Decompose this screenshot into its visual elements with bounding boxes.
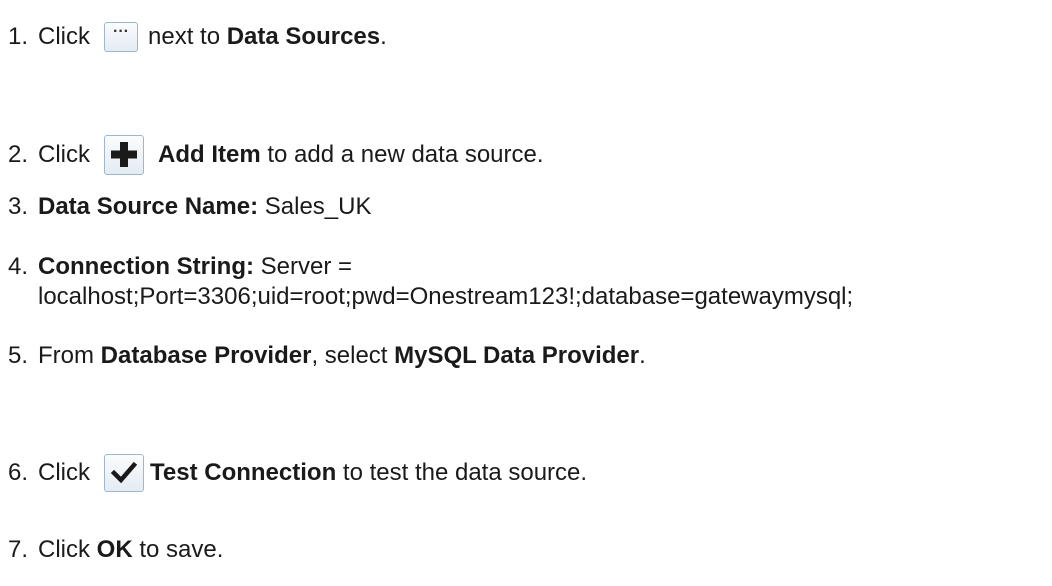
step-emphasis: Data Source Name: xyxy=(38,193,259,220)
step-7: 7. Click OK to save. xyxy=(8,536,223,564)
step-text: Server = xyxy=(260,253,353,280)
step-4: 4. Connection String: Server = xyxy=(8,253,352,281)
step-5: 5. From Database Provider, select MySQL … xyxy=(8,342,646,370)
step-number: 2. xyxy=(8,141,29,168)
step-1: 1. Click ··· next to Data Sources. xyxy=(8,22,387,52)
step-3: 3. Data Source Name: Sales_UK xyxy=(8,193,371,221)
checkmark-icon xyxy=(104,454,144,492)
step-number: 3. xyxy=(8,193,29,220)
step-emphasis: OK xyxy=(96,536,133,563)
ellipsis-glyph: ··· xyxy=(113,23,129,40)
step-number: 7. xyxy=(8,536,29,563)
step-emphasis: Connection String: xyxy=(38,253,254,280)
step-text: Click xyxy=(38,536,90,563)
step-text: to test the data source. xyxy=(342,459,588,486)
step-4-continuation: localhost;Port=3306;uid=root;pwd=Onestre… xyxy=(38,283,854,310)
step-text: Sales_UK xyxy=(264,193,372,220)
step-emphasis: Test Connection xyxy=(150,459,337,486)
ellipsis-button-icon: ··· xyxy=(104,22,138,52)
step-text: Click xyxy=(38,23,90,50)
step-text: next to xyxy=(148,23,221,50)
step-punct: . xyxy=(639,342,646,369)
step-text: From xyxy=(38,342,94,369)
step-emphasis: Data Sources xyxy=(226,23,381,50)
step-emphasis: Database Provider xyxy=(100,342,312,369)
step-emphasis: Add Item xyxy=(158,141,261,168)
step-6: 6. Click Test Connection to test the dat… xyxy=(8,454,587,492)
step-number: 4. xyxy=(8,253,29,280)
plus-icon xyxy=(104,135,144,175)
step-text: to save. xyxy=(139,536,224,563)
step-2: 2. Click Add Item to add a new data sour… xyxy=(8,135,544,175)
step-text: , select xyxy=(311,342,388,369)
step-text: to add a new data source. xyxy=(267,141,544,168)
step-number: 5. xyxy=(8,342,29,369)
step-number: 6. xyxy=(8,459,29,486)
step-text: Click xyxy=(38,459,90,486)
step-number: 1. xyxy=(8,23,29,50)
step-emphasis: MySQL Data Provider xyxy=(394,342,640,369)
step-text: Click xyxy=(38,141,90,168)
step-punct: . xyxy=(380,23,387,50)
